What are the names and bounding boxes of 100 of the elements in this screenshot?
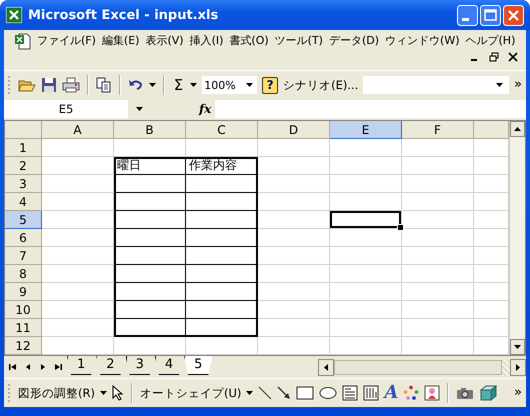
caret-icon[interactable]: [246, 83, 254, 87]
rectangle-icon[interactable]: [296, 386, 314, 400]
menu-item[interactable]: 表示(V): [142, 32, 187, 50]
column-header[interactable]: D: [258, 121, 330, 139]
menu-item[interactable]: ヘルプ(H): [462, 32, 518, 50]
scroll-left-button[interactable]: [318, 358, 334, 376]
sheet-cell[interactable]: [114, 211, 186, 229]
row-header[interactable]: 8: [5, 265, 42, 283]
first-sheet-icon[interactable]: [7, 361, 19, 373]
sheet-cell[interactable]: [186, 193, 258, 211]
scenario-label: シナリオ(E)...: [283, 78, 358, 92]
save-icon[interactable]: [40, 77, 57, 93]
column-header[interactable]: B: [114, 121, 186, 139]
sheet-cell[interactable]: [186, 211, 258, 229]
vertical-text-box-icon[interactable]: [363, 385, 380, 401]
row-header[interactable]: 6: [5, 229, 42, 247]
menu-item[interactable]: ウィンドウ(W): [382, 32, 462, 50]
menu-item[interactable]: 編集(E): [98, 32, 142, 50]
scroll-up-button[interactable]: [510, 121, 525, 137]
fill-handle[interactable]: [397, 224, 404, 231]
oval-icon[interactable]: [319, 386, 338, 400]
sheet-cell[interactable]: [114, 229, 186, 247]
row-header[interactable]: 3: [5, 175, 42, 193]
sheet-cell[interactable]: [114, 265, 186, 283]
sheet-tab[interactable]: 5: [184, 356, 212, 375]
insert-function-button[interactable]: fx: [199, 102, 215, 116]
clip-art-icon[interactable]: [424, 385, 440, 401]
printer-icon[interactable]: [62, 77, 80, 93]
name-box[interactable]: E5: [4, 100, 128, 118]
select-all-button[interactable]: [5, 121, 42, 139]
minimize-button[interactable]: [457, 4, 478, 26]
column-header[interactable]: E: [330, 121, 402, 139]
sheet-cell[interactable]: [114, 247, 186, 265]
help-button[interactable]: ?: [262, 76, 278, 94]
menu-item[interactable]: ツール(T): [272, 32, 326, 50]
formula-input[interactable]: [215, 100, 526, 118]
sheet-cell[interactable]: [186, 247, 258, 265]
sheet-cell[interactable]: [114, 283, 186, 301]
sheet-cell[interactable]: [186, 301, 258, 319]
caret-icon[interactable]: [496, 83, 504, 87]
copy-icon[interactable]: [96, 77, 112, 93]
window-title: Microsoft Excel - input.xls: [28, 8, 220, 22]
diagram-icon[interactable]: [403, 385, 420, 401]
sheet-cell[interactable]: [114, 175, 186, 193]
document-icon[interactable]: [14, 32, 32, 50]
maximize-button[interactable]: [480, 4, 501, 26]
sheet-cell[interactable]: [186, 265, 258, 283]
last-sheet-icon[interactable]: [52, 361, 64, 373]
scroll-down-button[interactable]: [510, 339, 525, 355]
text-box-icon[interactable]: [342, 385, 358, 401]
zoom-dropdown[interactable]: 100%: [202, 76, 258, 94]
sheet-cell[interactable]: [114, 319, 186, 337]
menu-item[interactable]: 書式(O): [226, 32, 272, 50]
menu-item[interactable]: データ(D): [326, 32, 382, 50]
row-header[interactable]: 1: [5, 139, 42, 157]
row-header[interactable]: 4: [5, 193, 42, 211]
draw-menu-button[interactable]: 図形の調整(R): [18, 386, 95, 400]
toolbar-options-button[interactable]: »: [514, 387, 522, 399]
row-header[interactable]: 11: [5, 319, 42, 337]
row-header[interactable]: 7: [5, 247, 42, 265]
sheet-cell[interactable]: 曜日: [114, 157, 186, 175]
select-pointer-icon[interactable]: [112, 385, 124, 401]
autoshapes-button[interactable]: オートシェイプ(U): [140, 386, 242, 400]
menu-item[interactable]: 挿入(I): [186, 32, 226, 50]
scroll-right-button[interactable]: [510, 358, 526, 376]
caret-icon[interactable]: [148, 83, 156, 87]
sheet-cell[interactable]: [114, 301, 186, 319]
sheet-cell[interactable]: [186, 175, 258, 193]
sheet-cell[interactable]: 作業内容: [186, 157, 258, 175]
column-header[interactable]: C: [186, 121, 258, 139]
undo-icon[interactable]: [128, 77, 144, 93]
row-header[interactable]: 9: [5, 283, 42, 301]
caret-icon[interactable]: [136, 106, 143, 110]
arrow-icon[interactable]: [277, 386, 292, 400]
line-icon[interactable]: [258, 386, 272, 400]
row-header[interactable]: 10: [5, 301, 42, 319]
close-icon[interactable]: [508, 52, 518, 62]
caret-icon[interactable]: [246, 391, 254, 395]
sheet-cell[interactable]: [114, 193, 186, 211]
row-header[interactable]: 2: [5, 157, 42, 175]
caret-icon[interactable]: [190, 83, 198, 87]
sheet-cell[interactable]: [186, 229, 258, 247]
row-header[interactable]: 12: [5, 337, 42, 355]
menu-item[interactable]: ファイル(F): [34, 32, 99, 50]
wordart-button[interactable]: A: [384, 384, 398, 402]
autosum-button[interactable]: Σ: [172, 76, 186, 94]
excel-logo-icon: [6, 7, 22, 23]
close-button[interactable]: [503, 4, 524, 26]
sheet-cell[interactable]: [186, 319, 258, 337]
toolbar-options-button[interactable]: »: [514, 79, 522, 91]
row-header[interactable]: 5: [5, 211, 42, 229]
sheet-cell[interactable]: [186, 283, 258, 301]
camera-icon[interactable]: [456, 386, 474, 400]
column-header[interactable]: F: [402, 121, 474, 139]
scroll-track[interactable]: [502, 358, 510, 376]
column-header[interactable]: A: [42, 121, 114, 139]
cube-icon[interactable]: [479, 384, 498, 402]
caret-icon[interactable]: [100, 391, 107, 395]
restore-icon[interactable]: [489, 52, 499, 62]
scroll-thumb[interactable]: [334, 360, 502, 374]
